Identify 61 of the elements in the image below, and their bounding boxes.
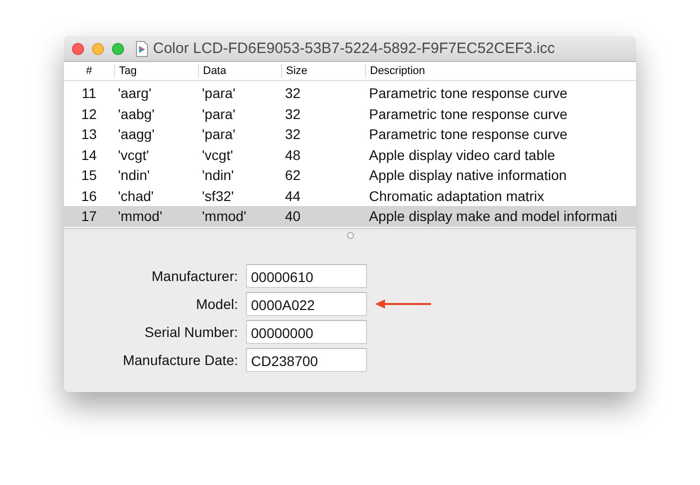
input-field[interactable]: 00000000 — [246, 320, 367, 344]
table-row[interactable]: 16 'chad' 'sf32' 44 Chromatic adaptation matrix — [64, 186, 636, 206]
table-cell-text: Apple display video card table — [368, 146, 556, 163]
table-cell-text: 'para' — [201, 106, 236, 122]
input-field[interactable]: 00000610 — [246, 264, 367, 288]
column-header[interactable]: # — [64, 64, 114, 78]
window-title: Color LCD-FD6E9053-53B7-5224-5892-F9F7EC52CEF3.icc — [153, 40, 555, 57]
field-label: Model: — [194, 296, 238, 312]
table-cell-text: 32 — [284, 126, 302, 142]
table-cell-text: 48 — [284, 146, 302, 163]
field-label: Serial Number: — [144, 324, 238, 340]
table-row[interactable]: 14 'vcgt' 'vcgt' 48 Apple display video card table — [64, 144, 636, 165]
table-cell-text: 32 — [284, 85, 302, 102]
table-cell-text: 17 — [80, 208, 98, 224]
table-cell-text: 'aagg' — [117, 126, 156, 142]
column-header[interactable]: Size — [281, 64, 365, 78]
table-row[interactable]: 12 'aabg' 'para' 32 Parametric tone response curve — [64, 104, 636, 124]
table-row[interactable]: 11 'aarg' 'para' 32 Parametric tone response curve — [64, 83, 636, 104]
table-cell-text: 'mmod' — [201, 208, 248, 224]
table-cell-text: 15 — [80, 167, 98, 184]
column-header[interactable]: Tag — [114, 64, 198, 78]
table-row[interactable]: 15 'ndin' 'ndin' 62 Apple display native information — [64, 165, 636, 186]
table-cell-text: 'vcgt' — [201, 146, 234, 163]
table-cell-text: Parametric tone response curve — [368, 85, 568, 102]
table-row[interactable]: 17 'mmod' 'mmod' 40 Apple display make and model informati — [64, 206, 636, 226]
table-cell-text: Apple display native information — [368, 167, 568, 184]
table-row[interactable]: 13 'aagg' 'para' 32 Parametric tone response curve — [64, 124, 636, 144]
table-cell-text: Parametric tone response curve — [368, 126, 568, 142]
table-cell-text: 'ndin' — [117, 167, 151, 184]
table-cell-text: 'chad' — [117, 188, 155, 204]
table-cell-text: 40 — [284, 208, 302, 224]
table-cell-text: 'para' — [201, 126, 236, 142]
table-cell-text: 32 — [284, 106, 302, 122]
table-cell-text: 'aabg' — [117, 106, 156, 122]
table-cell-text: Chromatic adaptation matrix — [368, 188, 546, 204]
input-field[interactable]: 0000A022 — [246, 292, 367, 316]
table-cell-text: Apple display make and model informati — [368, 208, 618, 224]
table-cell-text: 'para' — [201, 85, 236, 102]
table-cell-text: 'mmod' — [117, 208, 164, 224]
column-header[interactable]: Data — [198, 64, 281, 78]
split-handle[interactable] — [346, 232, 354, 238]
minimize-button[interactable] — [92, 42, 104, 54]
table-cell-text: 13 — [80, 126, 98, 142]
table-cell-text: 16 — [80, 188, 98, 204]
table-cell-text: 12 — [80, 106, 98, 122]
table-cell-text: 14 — [80, 146, 98, 163]
table-cell-text: 'ndin' — [201, 167, 235, 184]
column-header[interactable]: Description — [365, 64, 636, 78]
table-cell-text: Parametric tone response curve — [368, 106, 568, 122]
document-icon — [136, 40, 148, 56]
close-button[interactable] — [72, 42, 84, 54]
table-cell-text: 11 — [80, 85, 98, 102]
zoom-button[interactable] — [112, 42, 124, 54]
input-field[interactable]: CD238700 — [246, 348, 367, 372]
field-label: Manufacturer: — [150, 268, 238, 284]
table-cell-text: 'vcgt' — [117, 146, 150, 163]
table-cell-text: 'aarg' — [117, 85, 152, 102]
table-cell-text: 44 — [284, 188, 302, 204]
field-label: Manufacture Date: — [122, 352, 238, 368]
table-cell-text: 'sf32' — [201, 188, 235, 204]
table-cell-text: 62 — [284, 167, 302, 184]
